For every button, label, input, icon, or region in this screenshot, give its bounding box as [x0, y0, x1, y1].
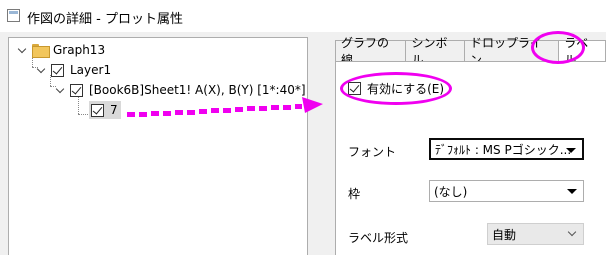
tree-item-graph[interactable]: Graph13 [18, 41, 105, 59]
plot-tree-panel: Graph13 Layer1 [Book6B]Sheet1! A(X), B(Y… [8, 37, 308, 255]
subplot-checkbox[interactable] [91, 103, 104, 117]
tree-item-graph-label: Graph13 [53, 43, 106, 57]
app-icon [7, 9, 20, 22]
dropdown-arrow-icon [567, 189, 577, 194]
tree-connector [78, 114, 88, 115]
font-dropdown-value: ﾃﾞﾌｫﾙﾄ : MS Pゴシック... [435, 142, 572, 157]
label-format-label: ラベル形式 [348, 231, 409, 245]
annotation-ellipse [340, 72, 452, 105]
tree-item-subplot[interactable]: 7 [89, 101, 121, 119]
tree-item-plot-label: [Book6B]Sheet1! A(X), B(Y) [1*:40*] [89, 83, 306, 97]
tab-symbol[interactable]: シンボル [405, 36, 465, 67]
annotation-arrow-dots [127, 104, 302, 117]
chevron-down-icon[interactable] [37, 66, 46, 75]
folder-icon [32, 44, 50, 58]
font-label: フォント [348, 145, 397, 159]
layer-checkbox[interactable] [51, 63, 64, 77]
annotation-arrow [127, 97, 323, 117]
dropdown-arrow-icon [566, 148, 576, 153]
tree-item-layer[interactable]: Layer1 [37, 61, 111, 79]
tree-item-layer-label: Layer1 [70, 63, 112, 77]
chevron-down-icon[interactable] [18, 46, 27, 55]
tree-item-selection[interactable]: 7 [89, 101, 121, 119]
plot-checkbox[interactable] [70, 83, 83, 97]
tab-line[interactable]: グラフの線 [335, 36, 406, 67]
chevron-down-icon [567, 227, 577, 237]
tree-item-subplot-label: 7 [110, 103, 118, 117]
title-bar: 作図の詳細 - プロット属性 [0, 0, 606, 32]
annotation-arrowhead [302, 97, 323, 113]
frame-dropdown[interactable]: (なし) [429, 180, 584, 202]
frame-label: 枠 [348, 187, 361, 201]
frame-dropdown-value: (なし) [434, 184, 468, 199]
annotation-ellipse [531, 31, 585, 64]
window-title: 作図の詳細 - プロット属性 [27, 12, 183, 27]
font-dropdown[interactable]: ﾃﾞﾌｫﾙﾄ : MS Pゴシック... [429, 138, 584, 160]
chevron-down-icon[interactable] [56, 86, 65, 95]
label-format-dropdown-value: 自動 [492, 227, 517, 242]
label-format-dropdown[interactable]: 自動 [487, 223, 584, 245]
